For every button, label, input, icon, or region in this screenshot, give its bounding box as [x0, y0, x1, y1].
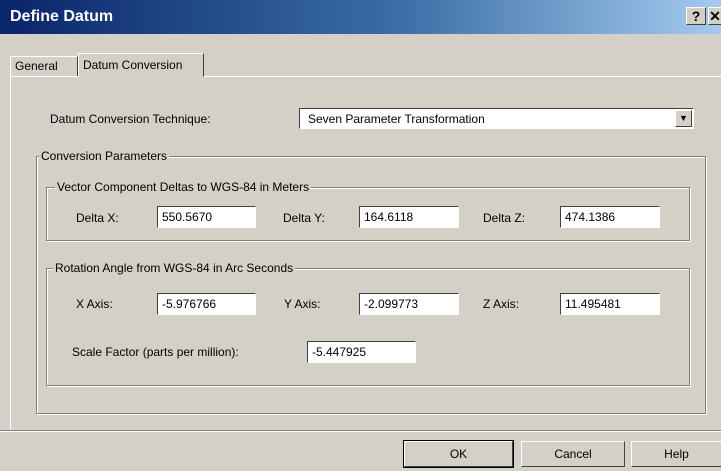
delta-x-field[interactable]: 550.5670	[157, 206, 256, 228]
tab-datum-conversion[interactable]: Datum Conversion	[78, 53, 204, 77]
technique-select[interactable]: Seven Parameter Transformation ▼	[299, 108, 694, 129]
z-axis-label: Z Axis:	[483, 297, 520, 311]
help-button[interactable]: Help	[631, 441, 721, 467]
x-axis-field[interactable]: -5.976766	[157, 293, 256, 315]
technique-label: Datum Conversion Technique:	[50, 112, 211, 126]
cancel-button[interactable]: Cancel	[521, 441, 625, 467]
delta-y-label: Delta Y:	[283, 211, 325, 225]
chevron-down-icon[interactable]: ▼	[675, 110, 692, 127]
close-icon[interactable]: ✕	[708, 7, 721, 25]
ok-button[interactable]: OK	[403, 440, 514, 468]
delta-y-field[interactable]: 164.6118	[359, 206, 459, 228]
scale-factor-label: Scale Factor (parts per million):	[72, 345, 239, 359]
y-axis-label: Y Axis:	[284, 297, 321, 311]
z-axis-field[interactable]: 11.495481	[560, 293, 660, 315]
vector-deltas-legend: Vector Component Deltas to WGS-84 in Met…	[55, 180, 312, 194]
conversion-parameters-legend: Conversion Parameters	[39, 149, 170, 163]
delta-z-field[interactable]: 474.1386	[560, 206, 660, 228]
y-axis-field[interactable]: -2.099773	[359, 293, 459, 315]
separator	[0, 430, 721, 432]
scale-factor-field[interactable]: -5.447925	[307, 341, 416, 363]
delta-z-label: Delta Z:	[483, 211, 526, 225]
technique-select-value: Seven Parameter Transformation	[308, 112, 485, 126]
x-axis-label: X Axis:	[76, 297, 113, 311]
tab-general[interactable]: General	[10, 56, 78, 76]
title-bar: Define Datum ? ✕	[0, 0, 721, 34]
delta-x-label: Delta X:	[76, 211, 119, 225]
rotation-angle-legend: Rotation Angle from WGS-84 in Arc Second…	[53, 261, 296, 275]
rotation-angle-group: Rotation Angle from WGS-84 in Arc Second…	[46, 261, 690, 386]
help-icon[interactable]: ?	[686, 7, 706, 25]
window-title: Define Datum	[10, 8, 114, 25]
